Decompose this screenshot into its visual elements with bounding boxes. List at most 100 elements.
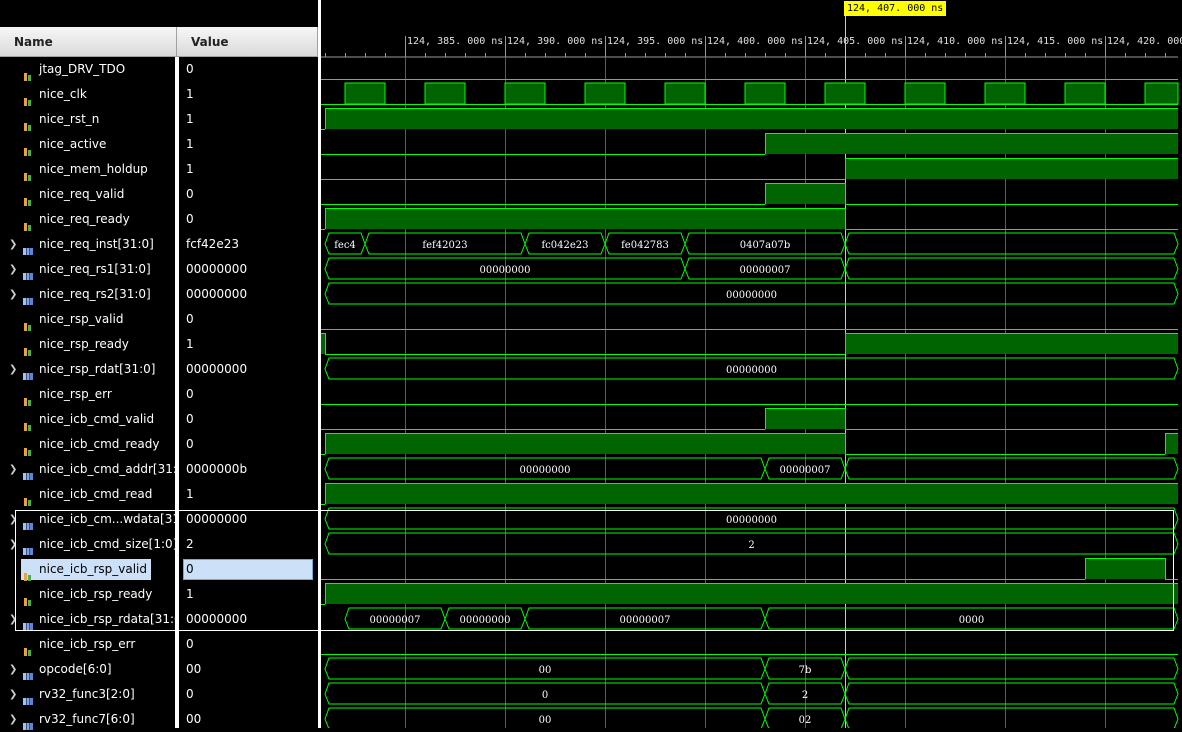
clock-pulse [344, 82, 386, 105]
signal-row-name[interactable]: ❯ nice_rsp_rdat[31:0] [0, 357, 175, 382]
signal-row-value[interactable]: 0 [179, 182, 318, 207]
signal-value-text: 1 [186, 112, 194, 126]
signal-row-value[interactable]: 0000000b [179, 457, 318, 482]
signal-row-value[interactable]: 1 [179, 332, 318, 357]
signal-row-name[interactable]: nice_active [0, 132, 175, 157]
signal-row-value[interactable]: 0 [179, 57, 318, 82]
signal-row-name[interactable]: nice_mem_holdup [0, 157, 175, 182]
signal-bit-icon [23, 190, 33, 206]
signal-row-name[interactable]: jtag_DRV_TDO [0, 57, 175, 82]
bus-segment [844, 657, 1179, 680]
signal-row-name[interactable]: nice_icb_cmd_ready [0, 432, 175, 457]
signal-row-name[interactable]: ❯ opcode[6:0] [0, 657, 175, 682]
signal-bit-icon [23, 315, 33, 331]
signal-name-label: nice_mem_holdup [39, 162, 148, 176]
signal-row-name[interactable]: nice_rsp_valid [0, 307, 175, 332]
signal-bus-icon [23, 265, 33, 280]
expand-chevron-icon[interactable]: ❯ [9, 607, 17, 632]
signal-value-text: 0 [186, 312, 194, 326]
signal-name-label: rv32_func7[6:0] [39, 712, 135, 726]
signal-row-value[interactable]: 0 [179, 407, 318, 432]
signal-row-value[interactable]: 0 [179, 207, 318, 232]
signal-row-name[interactable]: nice_icb_cmd_valid [0, 407, 175, 432]
signal-row-value[interactable]: 1 [179, 157, 318, 182]
name-column-header[interactable]: Name [0, 27, 177, 57]
expand-chevron-icon[interactable]: ❯ [9, 457, 17, 482]
signal-bit-icon [23, 390, 33, 406]
bus-value-label: fe042783 [621, 240, 669, 251]
signal-bit-icon [23, 115, 33, 131]
signal-row-name[interactable]: nice_req_ready [0, 207, 175, 232]
signal-row-value[interactable]: 00000000 [179, 507, 318, 532]
clock-pulse [504, 82, 546, 105]
signal-name-label: nice_icb_cm...wdata[31:0] [39, 512, 175, 526]
signal-value-text: 0 [186, 437, 194, 451]
bus-value-label: 2 [748, 540, 754, 551]
expand-chevron-icon[interactable]: ❯ [9, 532, 17, 557]
clock-pulse [424, 82, 466, 105]
signal-row-name[interactable]: nice_icb_rsp_ready [0, 582, 175, 607]
signal-value-text: 00000000 [186, 262, 248, 276]
wave-high-fill [325, 433, 845, 454]
signal-row-value[interactable]: 0 [179, 432, 318, 457]
signal-row-name[interactable]: nice_clk [0, 82, 175, 107]
signal-row-value[interactable]: 00000000 [179, 282, 318, 307]
signal-row-name[interactable]: nice_icb_rsp_err [0, 632, 175, 657]
signal-row-value[interactable]: 1 [179, 582, 318, 607]
signal-name-list: jtag_DRV_TDO nice_clk nice_rst_n nice_activ… [0, 57, 175, 730]
signal-row-value[interactable]: 1 [179, 132, 318, 157]
expand-chevron-icon[interactable]: ❯ [9, 282, 17, 307]
signal-row-name[interactable]: ❯ nice_icb_rsp_rdata[31:0] [0, 607, 175, 632]
signal-bit-icon [23, 165, 33, 181]
signal-row-name[interactable]: nice_rsp_err [0, 382, 175, 407]
signal-row-name[interactable]: nice_rsp_ready [0, 332, 175, 357]
signal-row-value[interactable]: 00000000 [179, 357, 318, 382]
signal-value-text: 1 [186, 162, 194, 176]
signal-row-value[interactable]: 00000000 [179, 607, 318, 632]
expand-chevron-icon[interactable]: ❯ [9, 507, 17, 532]
signal-row-value[interactable]: 2 [179, 532, 318, 557]
signal-row-name[interactable]: ❯ nice_icb_cmd_size[1:0] [0, 532, 175, 557]
signal-row-name[interactable]: nice_req_valid [0, 182, 175, 207]
signal-row-value[interactable]: 00000000 [179, 257, 318, 282]
signal-value-text: 00000000 [186, 362, 248, 376]
signal-row-name[interactable]: ❯ nice_icb_cmd_addr[31:0] [0, 457, 175, 482]
expand-chevron-icon[interactable]: ❯ [9, 707, 17, 732]
waveform-view[interactable]: 124, 385. 000 ns 124, 390. 000 ns 124, 395… [321, 0, 1182, 728]
signal-row-value[interactable]: 1 [179, 107, 318, 132]
signal-row-name[interactable]: nice_rst_n [0, 107, 175, 132]
signal-row-value[interactable]: 1 [179, 82, 318, 107]
signal-row-name[interactable]: ❯ rv32_func3[2:0] [0, 682, 175, 707]
signal-row-value[interactable]: 0 [179, 307, 318, 332]
expand-chevron-icon[interactable]: ❯ [9, 232, 17, 257]
signal-row-name[interactable]: ❯ nice_req_rs2[31:0] [0, 282, 175, 307]
signal-bus-icon [23, 665, 33, 680]
ruler-tick-label: 124, 390. 000 ns [507, 36, 603, 47]
signal-row-name[interactable]: ❯ nice_req_rs1[31:0] [0, 257, 175, 282]
ruler-tick-label: 124, 400. 000 ns [707, 36, 803, 47]
signal-row-value[interactable]: 0 [179, 382, 318, 407]
signal-row-value[interactable]: 00 [179, 707, 318, 732]
signal-row-name[interactable]: ❯ rv32_func7[6:0] [0, 707, 175, 732]
value-column-header[interactable]: Value [177, 27, 318, 57]
expand-chevron-icon[interactable]: ❯ [9, 682, 17, 707]
expand-chevron-icon[interactable]: ❯ [9, 657, 17, 682]
signal-row-value[interactable]: 00 [179, 657, 318, 682]
wave-high-fill [325, 208, 845, 229]
expand-chevron-icon[interactable]: ❯ [9, 257, 17, 282]
signal-value-text: 0 [186, 687, 194, 701]
expand-chevron-icon[interactable]: ❯ [9, 357, 17, 382]
signal-row-value[interactable]: 1 [179, 482, 318, 507]
signal-value-text: 00 [186, 712, 202, 726]
bus-value-label: 00 [539, 715, 552, 726]
signal-row-name[interactable]: nice_icb_cmd_read [0, 482, 175, 507]
signal-name-label: nice_req_rs1[31:0] [39, 262, 151, 276]
signal-row-value[interactable]: 0 [179, 632, 318, 657]
wave-high-fill [1085, 558, 1165, 579]
signal-row-name[interactable]: nice_icb_rsp_valid [0, 557, 175, 582]
signal-row-value[interactable]: fcf42e23 [179, 232, 318, 257]
signal-row-name[interactable]: ❯ nice_icb_cm...wdata[31:0] [0, 507, 175, 532]
signal-row-value[interactable]: 0 [179, 557, 318, 582]
signal-row-value[interactable]: 0 [179, 682, 318, 707]
signal-row-name[interactable]: ❯ nice_req_inst[31:0] [0, 232, 175, 257]
